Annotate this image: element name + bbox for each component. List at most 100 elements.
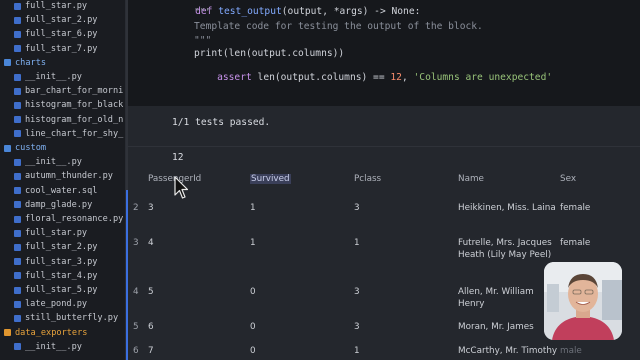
sidebar-file[interactable]: floral_resonance.py <box>14 212 123 226</box>
cell-passengerid[interactable]: 4 <box>148 237 154 249</box>
code-line-print: print(len(output.columns)) <box>194 48 345 59</box>
file-icon <box>14 243 21 251</box>
file-icon <box>14 343 21 351</box>
row-index: 2 <box>133 203 139 213</box>
sidebar-file[interactable]: still_butterfly.py <box>14 311 118 325</box>
file-label: bar_chart_for_morni <box>25 86 124 97</box>
cell-survived[interactable]: 1 <box>250 202 256 214</box>
file-icon <box>14 116 21 124</box>
file-icon <box>14 258 21 266</box>
cell-pclass[interactable]: 1 <box>354 237 360 249</box>
file-label: still_butterfly.py <box>25 313 119 324</box>
file-label: __init__.py <box>25 157 82 168</box>
file-label: late_pond.py <box>25 299 88 310</box>
code-text: len(output.columns) == <box>251 72 391 83</box>
row-index: 3 <box>133 238 139 248</box>
cell-sex[interactable]: male <box>560 345 582 357</box>
file-label: full_star.py <box>25 1 88 11</box>
file-tree-sidebar: full_star.py full_star_2.py full_star_6.py… <box>0 0 126 360</box>
sidebar-file[interactable]: histogram_for_old_n <box>14 113 123 127</box>
cell-name-line2[interactable]: Henry <box>458 298 484 310</box>
file-icon <box>14 130 21 138</box>
cell-pclass[interactable]: 1 <box>354 345 360 357</box>
cell-survived[interactable]: 0 <box>250 321 256 333</box>
file-icon <box>14 87 21 95</box>
sidebar-file[interactable]: full_star_3.py <box>14 255 97 269</box>
cell-pclass[interactable]: 3 <box>354 321 360 333</box>
webcam-overlay <box>544 262 622 340</box>
column-header-survived[interactable]: Survived <box>250 174 291 184</box>
file-icon <box>14 229 21 237</box>
sidebar-file[interactable]: full_star_5.py <box>14 283 97 297</box>
file-icon <box>14 101 21 109</box>
file-icon <box>14 215 21 223</box>
cell-name[interactable]: McCarthy, Mr. Timothy <box>458 345 557 357</box>
cell-name-line2[interactable]: Heath (Lily May Peel) <box>458 249 551 261</box>
sidebar-file[interactable]: histogram_for_black <box>14 98 123 112</box>
cell-pclass[interactable]: 3 <box>354 202 360 214</box>
sidebar-folder[interactable]: data_exporters <box>4 326 87 340</box>
cell-survived[interactable]: 1 <box>250 237 256 249</box>
sidebar-file[interactable]: damp_glade.py <box>14 198 92 212</box>
file-label: floral_resonance.py <box>25 214 124 224</box>
sidebar-file[interactable]: full_star_2.py <box>14 13 97 27</box>
cell-survived[interactable]: 0 <box>250 345 256 357</box>
sidebar-file[interactable]: late_pond.py <box>14 297 87 311</box>
column-header-pclass[interactable]: Pclass <box>354 174 381 184</box>
sidebar-file[interactable]: full_star_2.py <box>14 240 97 254</box>
file-icon <box>14 172 21 180</box>
cell-name[interactable]: Moran, Mr. James <box>458 321 534 333</box>
file-label: full_star_2.py <box>25 15 98 26</box>
file-label: __init__.py <box>25 72 82 82</box>
code-text: (output, *args) -> None: <box>281 6 421 17</box>
sidebar-file[interactable]: full_star_6.py <box>14 27 97 41</box>
code-line-assert: assert len(output.columns) == 12, 'Colum… <box>194 61 552 94</box>
cell-passengerid[interactable]: 7 <box>148 345 154 357</box>
sidebar-file[interactable]: full_star.py <box>14 226 87 240</box>
column-header-sex[interactable]: Sex <box>560 174 576 184</box>
sidebar-file[interactable]: autumn_thunder.py <box>14 169 113 183</box>
output-divider <box>128 146 640 147</box>
cell-passengerid[interactable]: 5 <box>148 286 154 298</box>
file-label: damp_glade.py <box>25 199 93 210</box>
file-label: histogram_for_black <box>25 100 124 111</box>
row-index: 5 <box>133 322 139 332</box>
file-label: cool_water.sql <box>25 185 98 196</box>
file-icon <box>14 73 21 81</box>
code-line-docstring-open: """ <box>194 7 212 18</box>
folder-label: custom <box>15 143 47 153</box>
sidebar-file[interactable]: line_chart_for_shy_ <box>14 127 123 141</box>
code-editor[interactable]: def test_output(output, *args) -> None: … <box>128 0 640 106</box>
file-label: histogram_for_old_n <box>25 114 124 125</box>
folder-icon <box>4 59 11 67</box>
cell-passengerid[interactable]: 6 <box>148 321 154 333</box>
sidebar-file[interactable]: __init__.py <box>14 70 82 84</box>
file-icon <box>14 314 21 322</box>
sidebar-file[interactable]: bar_chart_for_morni <box>14 84 123 98</box>
file-label: __init__.py <box>25 341 82 352</box>
cell-passengerid[interactable]: 3 <box>148 202 154 214</box>
code-text: , <box>401 72 414 83</box>
file-icon <box>14 201 21 209</box>
column-header-name[interactable]: Name <box>458 174 484 184</box>
cell-sex[interactable]: female <box>560 237 590 249</box>
file-label: full_star_7.py <box>25 43 98 54</box>
sidebar-file[interactable]: full_star.py <box>14 0 87 13</box>
sidebar-folder[interactable]: charts <box>4 56 46 70</box>
cell-name[interactable]: Heikkinen, Miss. Laina <box>458 202 556 214</box>
cell-survived[interactable]: 0 <box>250 286 256 298</box>
sidebar-file[interactable]: full_star_7.py <box>14 42 97 56</box>
sidebar-file[interactable]: full_star_4.py <box>14 269 97 283</box>
sidebar-file[interactable]: cool_water.sql <box>14 184 97 198</box>
cell-name[interactable]: Allen, Mr. William <box>458 286 534 298</box>
folder-icon <box>4 144 11 152</box>
sidebar-file[interactable]: __init__.py <box>14 340 82 354</box>
row-count-text: 12 <box>172 152 184 163</box>
cell-name[interactable]: Futrelle, Mrs. Jacques <box>458 237 552 249</box>
sidebar-folder[interactable]: custom <box>4 141 46 155</box>
cell-pclass[interactable]: 3 <box>354 286 360 298</box>
code-string: 'Columns are unexpected' <box>413 72 553 83</box>
cell-sex[interactable]: female <box>560 202 590 214</box>
sidebar-file[interactable]: __init__.py <box>14 155 82 169</box>
file-icon <box>14 272 21 280</box>
